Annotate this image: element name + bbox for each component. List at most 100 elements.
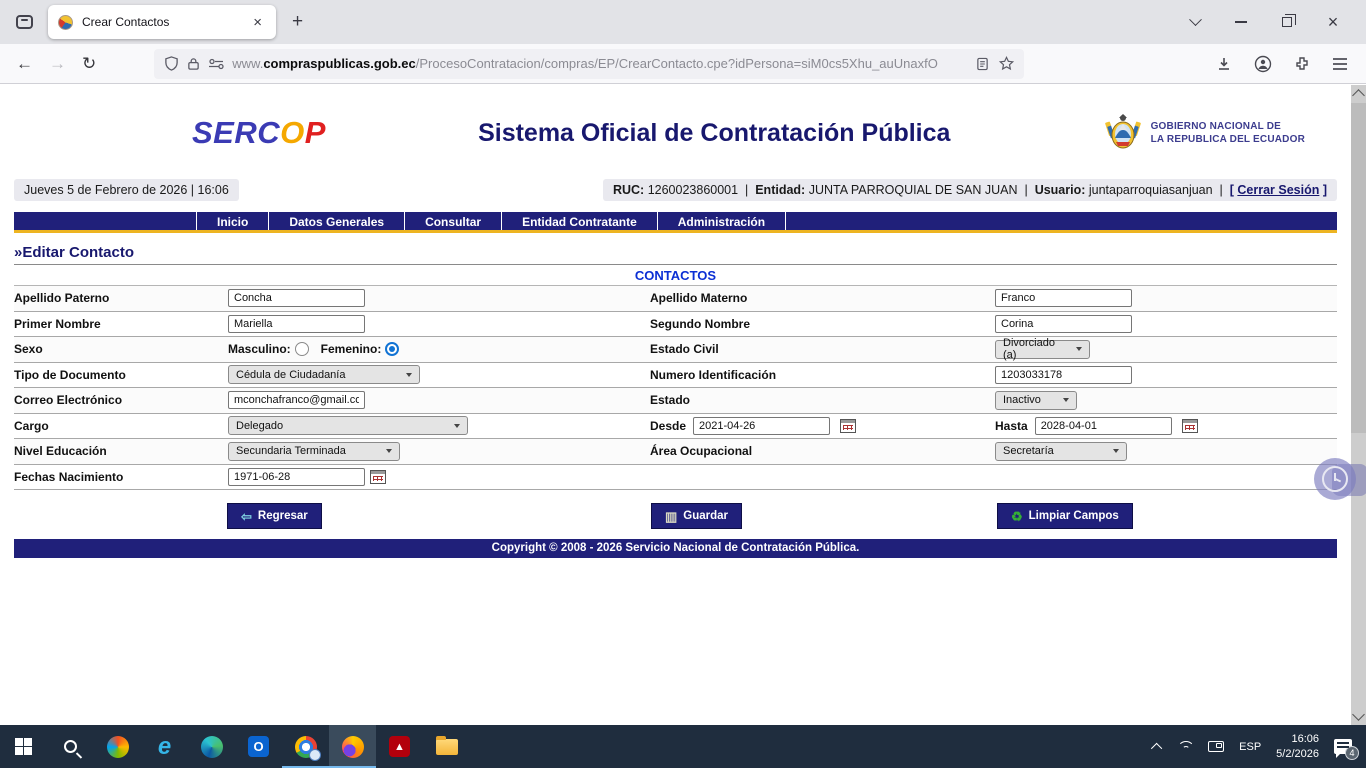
browser-toolbar: ← → ↻ www.compraspublicas.gob.ec/Proceso… [0, 44, 1366, 84]
account-icon[interactable] [1254, 55, 1272, 73]
session-info-bar: Jueves 5 de Febrero de 2026 | 16:06 RUC:… [14, 179, 1337, 201]
segundo-nombre-input[interactable] [995, 315, 1132, 333]
calendar-icon[interactable] [840, 419, 856, 433]
url-bar[interactable]: www.compraspublicas.gob.ec/ProcesoContra… [154, 49, 1024, 79]
site-favicon [58, 15, 73, 30]
area-ocupacional-select[interactable]: Secretaría [995, 442, 1127, 461]
copilot-icon [107, 736, 129, 758]
estado-select[interactable]: Inactivo [995, 391, 1077, 410]
copilot-button[interactable] [94, 725, 141, 768]
file-explorer-button[interactable] [423, 725, 470, 768]
hasta-label: Hasta [995, 419, 1028, 433]
logout-link[interactable]: [ Cerrar Sesión ] [1230, 183, 1327, 197]
firefox-button[interactable] [329, 725, 376, 768]
new-tab-button[interactable]: + [292, 11, 303, 33]
lock-icon[interactable] [187, 57, 200, 71]
site-header: SERCOP Sistema Oficial de Contratación P… [24, 97, 1327, 169]
notification-icon[interactable]: 4 [1334, 739, 1352, 754]
apellido-paterno-input[interactable] [228, 289, 365, 307]
wifi-icon[interactable] [1177, 741, 1193, 753]
restore-button[interactable] [1264, 3, 1310, 41]
acrobat-button[interactable]: ▲ [376, 725, 423, 768]
tab-close-icon[interactable]: × [249, 13, 266, 32]
chevron-down-icon [454, 424, 460, 428]
acrobat-icon: ▲ [389, 736, 410, 757]
refresh-icon: ♻ [1011, 510, 1023, 523]
estado-civil-select[interactable]: Divorciado (a) [995, 340, 1090, 359]
estado-civil-label: Estado Civil [650, 342, 995, 356]
limpiar-campos-button[interactable]: ♻Limpiar Campos [997, 503, 1133, 529]
shield-icon[interactable] [164, 56, 179, 71]
list-tabs-icon[interactable] [1172, 3, 1218, 41]
correo-input[interactable] [228, 391, 365, 409]
language-indicator[interactable]: ESP [1239, 741, 1261, 753]
desde-input[interactable] [693, 417, 830, 435]
chrome-button[interactable] [282, 725, 329, 768]
floating-clock-widget[interactable] [1314, 458, 1362, 502]
nivel-educacion-select[interactable]: Secundaria Terminada [228, 442, 400, 461]
femenino-radio[interactable] [385, 342, 399, 356]
forward-button[interactable]: → [49, 54, 66, 74]
scrollbar-thumb[interactable] [1351, 103, 1366, 433]
start-button[interactable] [0, 725, 47, 768]
reload-button[interactable]: ↻ [82, 54, 96, 74]
numero-identificacion-input[interactable] [995, 366, 1132, 384]
tray-expand-icon[interactable] [1151, 742, 1162, 753]
nav-item-consultar[interactable]: Consultar [404, 212, 501, 230]
clock-icon[interactable] [1314, 458, 1356, 500]
nav-item-datos-generales[interactable]: Datos Generales [268, 212, 404, 230]
fecha-nacimiento-input[interactable] [228, 468, 365, 486]
guardar-button[interactable]: ▥Guardar [651, 503, 742, 529]
chevron-down-icon [1113, 449, 1119, 453]
chevron-down-icon [386, 449, 392, 453]
firefox-icon [342, 736, 364, 758]
cargo-label: Cargo [14, 419, 228, 433]
apellido-materno-input[interactable] [995, 289, 1132, 307]
sexo-label: Sexo [14, 342, 228, 356]
primer-nombre-input[interactable] [228, 315, 365, 333]
form-row: Fechas Nacimiento [14, 465, 1337, 491]
page-scrollbar[interactable] [1351, 85, 1366, 725]
hasta-input[interactable] [1035, 417, 1172, 435]
area-ocupacional-label: Área Ocupacional [650, 444, 995, 458]
contact-form: Apellido Paterno Apellido Materno Primer… [14, 286, 1337, 490]
taskbar-clock[interactable]: 16:065/2/2026 [1276, 732, 1319, 762]
calendar-icon[interactable] [1182, 419, 1198, 433]
back-button[interactable]: ← [16, 54, 33, 74]
permissions-icon[interactable] [208, 58, 224, 70]
internet-explorer-button[interactable]: e [141, 725, 188, 768]
nav-item-inicio[interactable]: Inicio [196, 212, 268, 230]
bookmark-star-icon[interactable] [999, 56, 1014, 71]
minimize-button[interactable] [1218, 3, 1264, 41]
cargo-select[interactable]: Delegado [228, 416, 468, 435]
page-content: SERCOP Sistema Oficial de Contratación P… [0, 85, 1351, 725]
firefox-view-icon[interactable] [9, 7, 39, 37]
masculino-radio[interactable] [295, 342, 309, 356]
form-row: Apellido Paterno Apellido Materno [14, 286, 1337, 312]
menu-icon[interactable] [1332, 57, 1348, 71]
browser-tab[interactable]: Crear Contactos × [48, 5, 276, 39]
scroll-up-icon[interactable] [1352, 89, 1365, 102]
nav-item-administracion[interactable]: Administración [657, 212, 786, 230]
chevron-down-icon [1063, 398, 1069, 402]
display-icon[interactable] [1208, 741, 1224, 752]
downloads-icon[interactable] [1216, 56, 1232, 72]
nivel-educacion-label: Nivel Educación [14, 444, 228, 458]
scroll-down-icon[interactable] [1352, 708, 1365, 721]
url-text[interactable]: www.compraspublicas.gob.ec/ProcesoContra… [232, 56, 968, 71]
tipo-documento-select[interactable]: Cédula de Ciudadanía [228, 365, 420, 384]
tab-title: Crear Contactos [82, 15, 249, 29]
nav-item-entidad-contratante[interactable]: Entidad Contratante [501, 212, 657, 230]
search-icon [64, 740, 77, 753]
search-button[interactable] [47, 725, 94, 768]
reader-view-icon[interactable] [976, 57, 989, 71]
extensions-icon[interactable] [1294, 56, 1310, 72]
outlook-button[interactable]: O [235, 725, 282, 768]
regresar-button[interactable]: ⇦Regresar [227, 503, 322, 529]
calendar-icon[interactable] [370, 470, 386, 484]
chrome-icon [295, 736, 317, 758]
edge-button[interactable] [188, 725, 235, 768]
close-button[interactable]: × [1310, 3, 1356, 41]
estado-label: Estado [650, 393, 995, 407]
windows-taskbar: e O ▲ ESP 16:065/2/2026 4 [0, 725, 1366, 768]
